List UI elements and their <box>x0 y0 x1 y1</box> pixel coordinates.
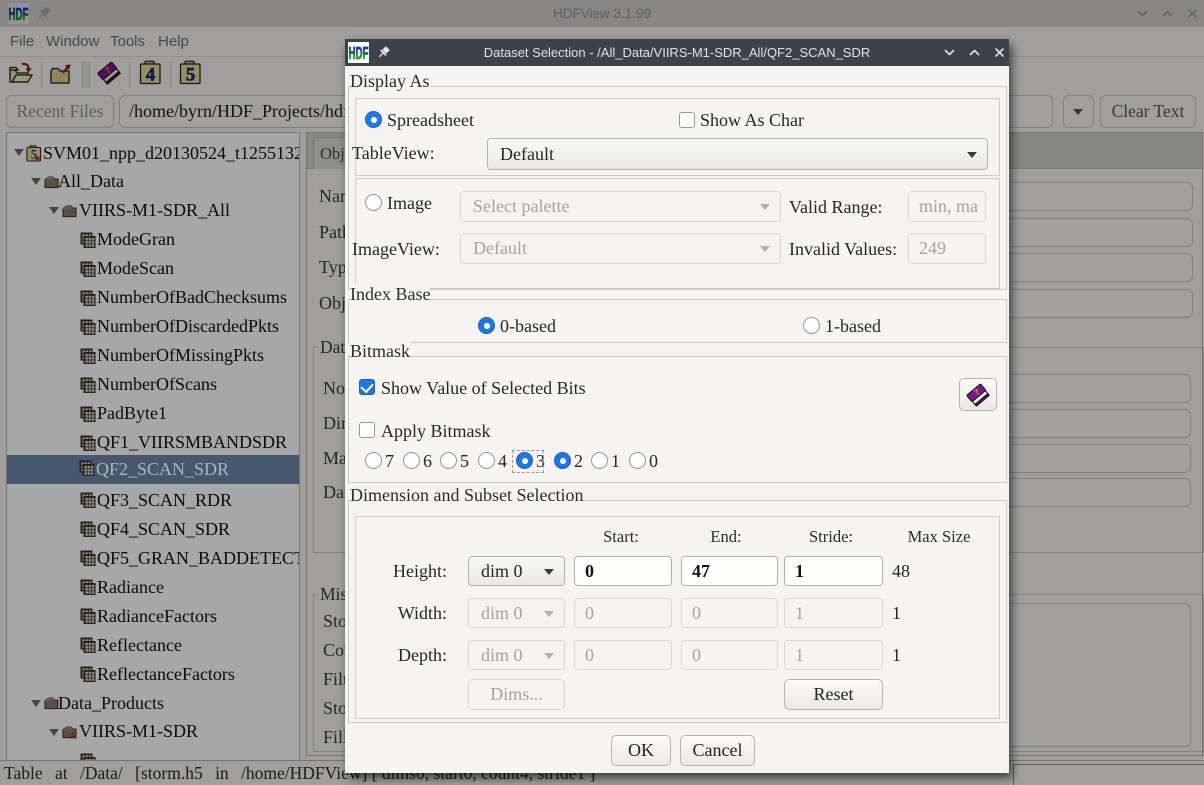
svg-text:HDF: HDF <box>349 43 369 63</box>
